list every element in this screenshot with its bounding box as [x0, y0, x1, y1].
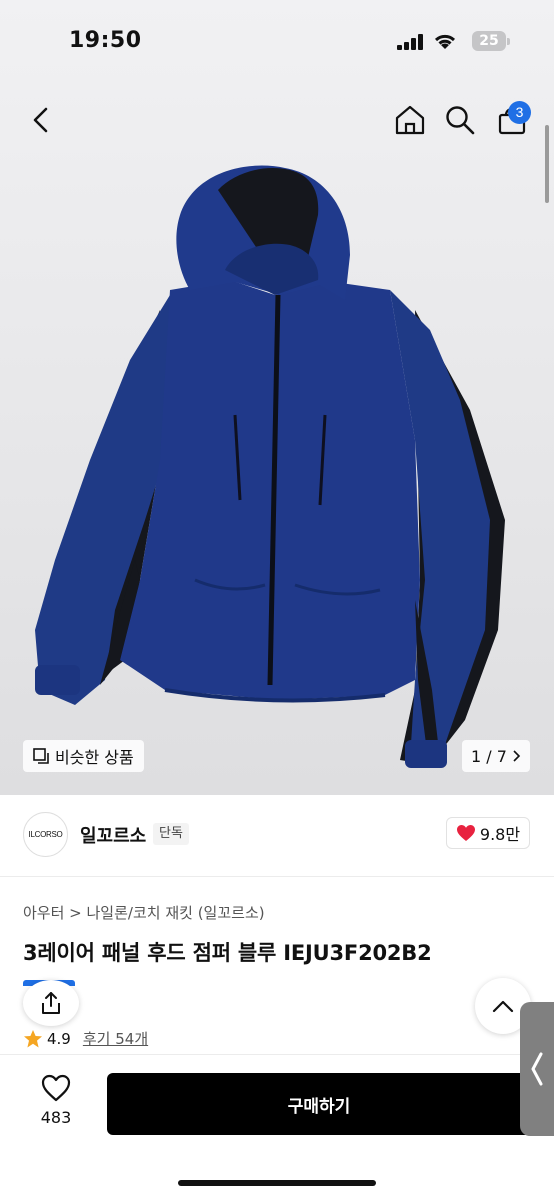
similar-items-label: 비슷한 상품	[55, 748, 134, 767]
battery-icon: 25	[472, 31, 510, 51]
brand-like-count: 9.8만	[479, 825, 521, 844]
divider	[0, 1054, 554, 1055]
back-arrow-icon[interactable]	[24, 102, 60, 138]
wifi-icon	[434, 34, 456, 49]
home-indicator[interactable]	[178, 1180, 376, 1186]
rating-value: 4.9	[47, 1029, 71, 1048]
product-image	[35, 165, 505, 768]
battery-level: 25	[472, 31, 506, 51]
chevron-up-icon	[492, 1000, 514, 1013]
brand-logo[interactable]: ILCORSO	[23, 812, 68, 857]
cellular-signal-icon	[397, 34, 425, 50]
chevron-right-icon	[513, 750, 521, 762]
exclusive-badge: 단독	[153, 823, 189, 845]
brand-name[interactable]: 일꼬르소	[80, 822, 146, 848]
star-icon	[24, 1029, 42, 1047]
home-icon[interactable]	[392, 102, 428, 138]
buy-button[interactable]: 구매하기	[107, 1073, 531, 1135]
similar-items-button[interactable]: 비슷한 상품	[23, 740, 144, 772]
wishlist-button[interactable]: 483	[28, 1074, 84, 1134]
status-bar: 19:50 25	[0, 0, 554, 84]
brand-like-button[interactable]: 9.8만	[446, 817, 530, 849]
rating-row: 4.9 후기 54개	[23, 1028, 148, 1049]
scrollbar[interactable]	[545, 125, 549, 203]
similar-items-icon	[33, 748, 49, 764]
product-image-gallery[interactable]: 19:50 25 3 비슷한 상품 1 / 7	[0, 0, 554, 795]
wishlist-count: 483	[40, 1108, 72, 1127]
heart-outline-icon	[41, 1074, 71, 1102]
product-title: 3레이어 패널 후드 점퍼 블루 IEJU3F202B2	[23, 941, 432, 965]
page-counter-text: 1 / 7	[471, 746, 507, 766]
review-link[interactable]: 후기 54개	[83, 1028, 148, 1049]
breadcrumb[interactable]: 아우터 > 나일론/코치 재킷 (일꼬르소)	[23, 902, 265, 923]
cart-count-badge: 3	[508, 101, 531, 124]
brand-row[interactable]: ILCORSO 일꼬르소 단독 9.8만	[0, 795, 554, 877]
share-icon	[42, 992, 60, 1014]
share-button[interactable]	[23, 980, 79, 1026]
chevron-left-icon	[531, 1052, 543, 1086]
side-panel-handle[interactable]	[520, 1002, 554, 1136]
image-page-counter[interactable]: 1 / 7	[462, 740, 530, 772]
status-time: 19:50	[69, 28, 142, 53]
search-icon[interactable]	[442, 102, 478, 138]
heart-icon	[456, 825, 475, 841]
